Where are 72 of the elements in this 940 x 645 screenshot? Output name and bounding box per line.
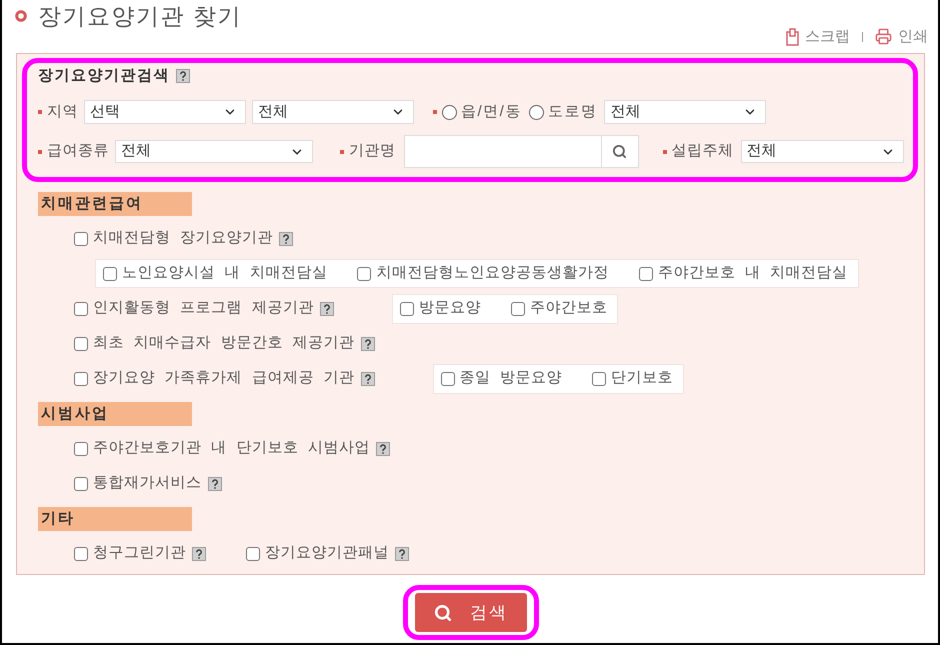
search-icon xyxy=(612,144,627,159)
checkbox[interactable] xyxy=(246,546,260,560)
checkbox[interactable] xyxy=(357,266,372,280)
checkbox-label: 치매전담형노인요양공동생활가정 xyxy=(376,263,609,284)
checkbox[interactable] xyxy=(74,336,88,350)
field-label: 급여종류 xyxy=(47,141,109,162)
text-field[interactable] xyxy=(404,135,602,168)
checkbox-label: 주야간보호기관 내 단기보호 시범사업 xyxy=(93,438,370,458)
select-field[interactable]: 선택 xyxy=(84,100,246,124)
select-field[interactable]: 전체 xyxy=(115,140,313,163)
help-icon[interactable] xyxy=(192,546,206,560)
checkbox-label: 종일 방문요양 xyxy=(460,368,562,388)
radio-button[interactable] xyxy=(528,104,544,120)
bullet-icon xyxy=(662,150,666,154)
select-field[interactable]: 전체 xyxy=(252,100,414,124)
bullet-icon xyxy=(433,110,437,114)
help-icon[interactable] xyxy=(208,476,222,490)
checkbox-label: 장기요양 가족휴가제 급여제공 기관 xyxy=(93,368,355,388)
checkbox[interactable] xyxy=(440,372,455,386)
field-label: 설립주체 xyxy=(672,141,734,162)
section-header: 치매관련급여 xyxy=(38,192,192,216)
checkbox[interactable] xyxy=(74,476,88,490)
scrap-link[interactable]: 스크랩 xyxy=(805,26,850,48)
bullet-icon xyxy=(38,150,42,154)
section-header: 기타 xyxy=(38,507,192,531)
section-header: 시범사업 xyxy=(38,402,192,426)
checkbox[interactable] xyxy=(74,546,88,560)
checkbox-label: 노인요양시설 내 치매전담실 xyxy=(122,263,328,284)
printer-icon xyxy=(875,28,892,46)
bullet-icon xyxy=(340,150,344,154)
clipboard-icon xyxy=(786,28,799,46)
checkbox[interactable] xyxy=(592,372,606,386)
ring-icon xyxy=(15,10,27,22)
checkbox-label: 인지활동형 프로그램 제공기관 xyxy=(93,298,314,318)
checkbox[interactable] xyxy=(74,372,88,386)
search-icon xyxy=(434,604,452,622)
checkbox-label: 방문요양 xyxy=(418,298,481,318)
field-label: 기관명 xyxy=(349,141,396,162)
print-link[interactable]: 인쇄 xyxy=(898,26,928,48)
checkbox[interactable] xyxy=(74,232,88,246)
help-icon[interactable] xyxy=(320,302,334,316)
checkbox-label: 주야간보호 내 치매전담실 xyxy=(658,263,848,284)
checkbox-label: 청구그린기관 xyxy=(93,543,186,564)
help-icon[interactable] xyxy=(176,69,190,83)
checkbox-label: 최초 치매수급자 방문간호 제공기관 xyxy=(93,333,355,354)
radio-label: 도로명 xyxy=(548,102,598,122)
field-label: 지역 xyxy=(47,102,78,122)
help-icon[interactable] xyxy=(395,546,409,560)
checkbox[interactable] xyxy=(510,302,525,316)
select-field[interactable]: 전체 xyxy=(740,140,904,163)
checkbox[interactable] xyxy=(74,302,88,316)
help-icon[interactable] xyxy=(376,442,390,456)
checkbox-label: 단기보호 xyxy=(611,368,674,388)
checkbox[interactable] xyxy=(74,442,88,456)
page-title: 장기요양기관 찾기 xyxy=(38,2,242,30)
checkbox-label: 장기요양기관패널 xyxy=(265,543,389,564)
checkbox-label: 주야간보호 xyxy=(530,298,608,318)
select-field[interactable]: 전체 xyxy=(604,100,766,124)
help-icon[interactable] xyxy=(279,232,294,246)
checkbox[interactable] xyxy=(638,266,653,280)
search-button[interactable] xyxy=(602,135,638,168)
help-icon[interactable] xyxy=(360,336,375,350)
radio-label: 읍/면/동 xyxy=(461,102,522,122)
checkbox[interactable] xyxy=(400,302,414,316)
bullet-icon xyxy=(38,110,42,114)
help-icon[interactable] xyxy=(360,372,375,386)
radio-button[interactable] xyxy=(442,104,457,120)
checkbox-label: 치매전담형 장기요양기관 xyxy=(93,228,274,248)
section-title: 장기요양기관검색 xyxy=(38,66,170,86)
checkbox[interactable] xyxy=(103,266,117,280)
search-submit-button[interactable]: 검색 xyxy=(415,593,527,632)
checkbox-label: 통합재가서비스 xyxy=(93,473,202,494)
